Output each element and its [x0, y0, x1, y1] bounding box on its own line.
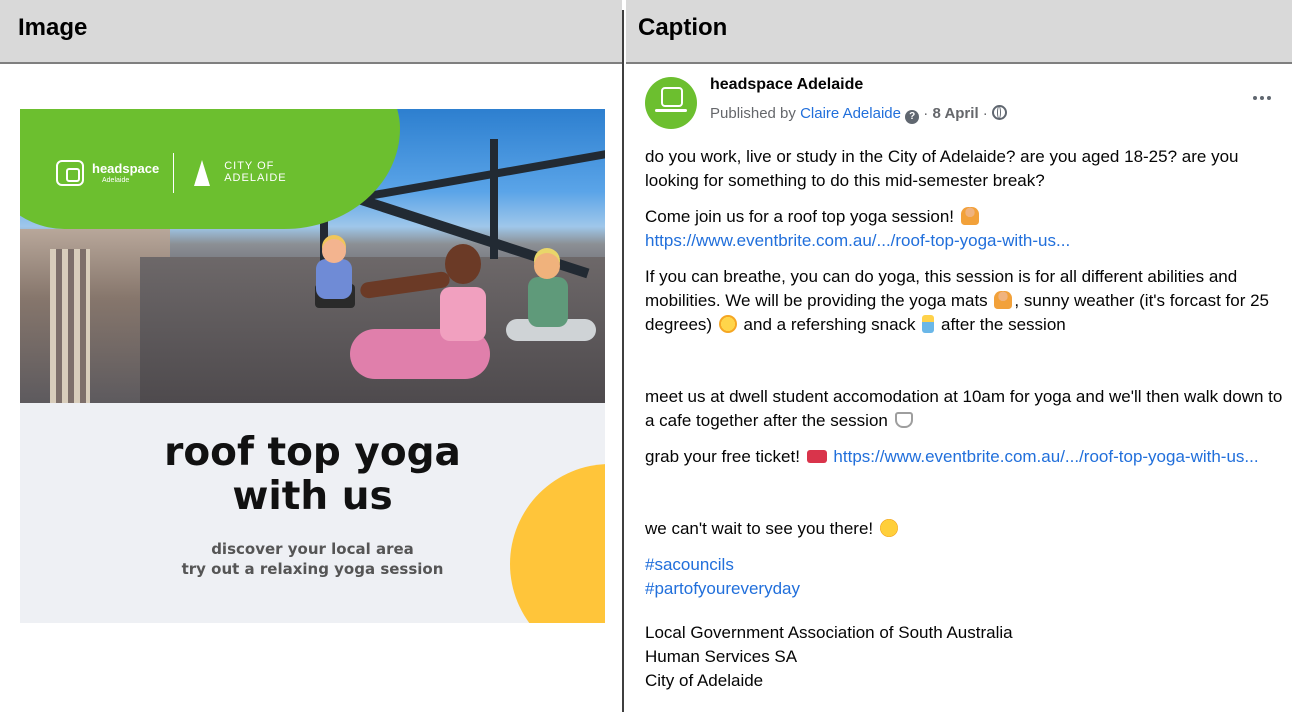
poster-title: roof top yoga with us: [20, 431, 605, 519]
illustrated-person-left: [316, 259, 352, 299]
post-paragraph-3: If you can breathe, you can do yoga, thi…: [645, 265, 1290, 337]
hashtag-sacouncils[interactable]: #sacouncils: [645, 553, 1290, 577]
page-name-link[interactable]: headspace Adelaide: [710, 76, 863, 94]
post-paragraph-4-text: meet us at dwell student accomodation at…: [645, 387, 1283, 430]
tagged-org-2: Human Services SA: [645, 647, 798, 666]
illustrated-person-left-head: [322, 239, 346, 263]
person-in-lotus-emoji-icon: [994, 291, 1013, 309]
header-image-cell: Image: [0, 0, 622, 64]
post-paragraph-3-d: after the session: [936, 315, 1066, 334]
illustrated-person-center-head: [445, 244, 481, 284]
illustrated-person-right-head: [534, 253, 560, 279]
post-paragraph-2: Come join us for a roof top yoga session…: [645, 205, 1290, 253]
poster-title-line2: with us: [232, 474, 393, 519]
post-paragraph-2-text: Come join us for a roof top yoga session…: [645, 207, 959, 226]
header-caption-label: Caption: [638, 14, 728, 41]
headspace-logo-name: headspace: [92, 161, 160, 176]
poster-subtitle: discover your local area try out a relax…: [20, 539, 605, 579]
header-image-label: Image: [18, 14, 88, 41]
logo-separator: [173, 153, 175, 193]
poster-logos: headspace Adelaide CITY OF ADELAIDE: [56, 153, 287, 193]
eventbrite-link-2[interactable]: https://www.eventbrite.com.au/.../roof-t…: [833, 447, 1258, 466]
smiling-face-emoji-icon: [879, 519, 898, 537]
rooftop-photo: headspace Adelaide CITY OF ADELAIDE: [20, 109, 605, 403]
post-date-link[interactable]: 8 April: [932, 105, 978, 122]
sun-emoji-icon: [718, 315, 737, 333]
hashtag-partofyoureveryday[interactable]: #partofyoureveryday: [645, 577, 1290, 601]
globe-icon[interactable]: [991, 105, 1007, 120]
post-paragraph-5: grab your free ticket! https://www.event…: [645, 445, 1290, 469]
column-divider: [622, 10, 624, 712]
illustrated-person-right: [528, 277, 568, 327]
published-by-label: Published by: [710, 105, 801, 122]
glass-frame-beam: [490, 139, 498, 259]
meta-separator: ·: [978, 105, 992, 122]
headspace-logo-sub: Adelaide: [102, 177, 130, 184]
tagged-org-1: Local Government Association of South Au…: [645, 623, 1013, 642]
post-paragraph-5-text: grab your free ticket!: [645, 447, 805, 466]
poster-title-line1: roof top yoga: [164, 430, 461, 475]
tagged-organisations: Local Government Association of South Au…: [645, 621, 1290, 693]
post-paragraph-6-text: we can't wait to see you there!: [645, 519, 878, 538]
meta-separator: ·: [919, 105, 933, 122]
city-logo-line2: ADELAIDE: [224, 172, 287, 184]
person-in-lotus-emoji-icon: [960, 207, 979, 225]
post-paragraph-3-c: and a refershing snack: [738, 315, 921, 334]
headspace-logo-text: headspace Adelaide: [92, 162, 159, 184]
city-of-adelaide-logo-icon: [188, 158, 216, 188]
illustrated-person-center: [440, 287, 486, 341]
table-header-row: Image Caption: [0, 0, 1292, 64]
coffee-emoji-icon: [894, 412, 913, 428]
ticket-emoji-icon: [806, 450, 827, 463]
city-of-adelaide-logo-text: CITY OF ADELAIDE: [224, 161, 286, 184]
post-paragraph-1: do you work, live or study in the City o…: [645, 147, 1239, 190]
header-caption-cell: Caption: [626, 0, 1292, 64]
post-meta: Published by Claire Adelaide ? · 8 April…: [710, 105, 1007, 124]
hashtags: #sacouncils #partofyoureveryday: [645, 553, 1290, 601]
tagged-org-3: City of Adelaide: [645, 671, 764, 690]
juice-box-emoji-icon: [922, 315, 935, 333]
poster-subtitle-line2: try out a relaxing yoga session: [181, 560, 444, 578]
more-options-icon[interactable]: [1253, 96, 1271, 100]
post-paragraph-6: we can't wait to see you there!: [645, 517, 1290, 541]
headspace-logo-icon: [56, 160, 84, 186]
eventbrite-link-1[interactable]: https://www.eventbrite.com.au/.../roof-t…: [645, 231, 1070, 250]
author-link[interactable]: Claire Adelaide: [800, 105, 901, 122]
page-avatar[interactable]: [645, 77, 697, 129]
info-icon[interactable]: ?: [905, 110, 920, 124]
post-paragraph-4: meet us at dwell student accomodation at…: [645, 385, 1290, 433]
post-image[interactable]: headspace Adelaide CITY OF ADELAIDE roof…: [20, 109, 605, 623]
poster-subtitle-line1: discover your local area: [211, 540, 414, 558]
